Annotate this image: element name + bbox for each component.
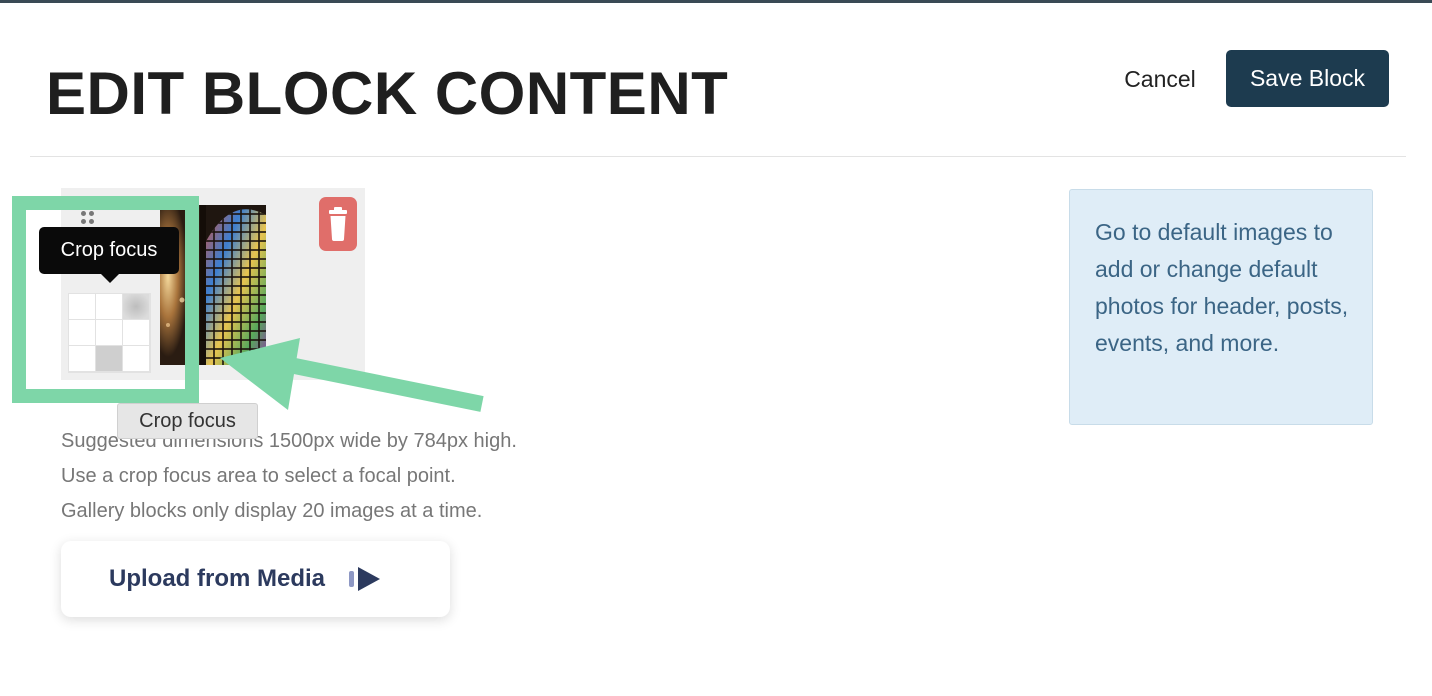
media-play-icon — [349, 566, 381, 592]
crop-focus-tooltip: Crop focus — [39, 227, 179, 283]
page-title: EDIT BLOCK CONTENT — [46, 60, 729, 127]
upload-button-label: Upload from Media — [109, 565, 326, 592]
cancel-button[interactable]: Cancel — [1110, 58, 1210, 100]
delete-image-button[interactable] — [319, 197, 357, 251]
help-line: Gallery blocks only display 20 images at… — [61, 500, 483, 522]
trash-icon — [329, 207, 347, 241]
help-text: Suggested dimensions 1500px wide by 784p… — [61, 424, 661, 529]
header-divider — [30, 156, 1406, 157]
save-block-button[interactable]: Save Block — [1226, 50, 1389, 107]
help-line: Use a crop focus area to select a focal … — [61, 465, 456, 487]
crop-focus-hover-tooltip: Crop focus — [117, 403, 258, 439]
default-images-info-box: Go to default images to add or change de… — [1069, 189, 1373, 425]
upload-from-media-button[interactable]: Upload from Media — [61, 541, 450, 617]
top-border — [0, 0, 1432, 3]
